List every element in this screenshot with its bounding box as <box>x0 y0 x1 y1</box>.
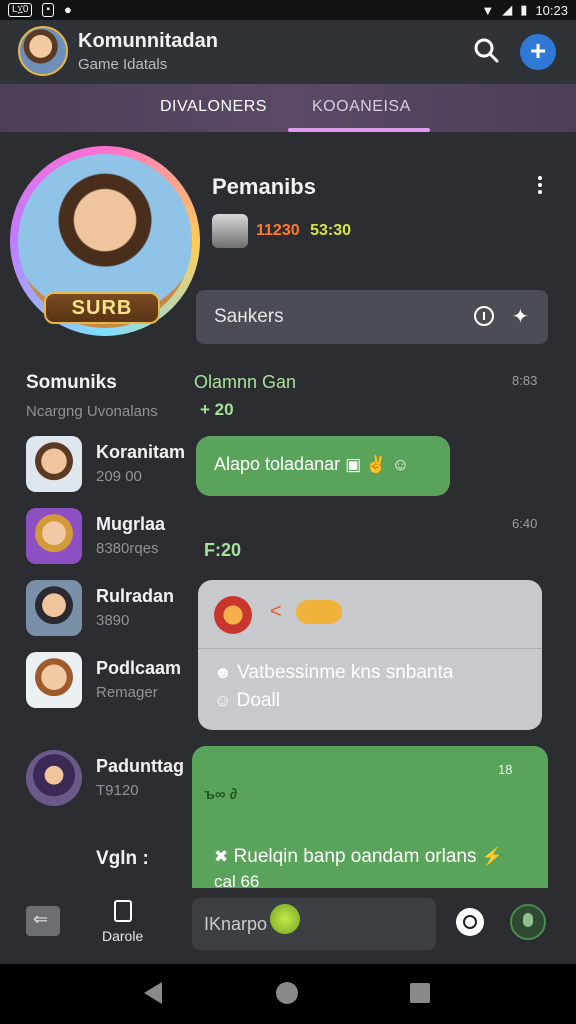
back-icon[interactable] <box>26 906 60 936</box>
contact-item[interactable]: Rulradan 3890 <box>26 580 196 640</box>
media-icon: ● <box>64 2 72 17</box>
emoji-icon <box>295 600 342 624</box>
contact-item[interactable]: Koranitam 209 00 <box>26 436 196 496</box>
message-text: ✖ Ruelqin banp oandam orlans ⚡ <box>214 846 503 867</box>
contact-sub: Remager <box>96 684 158 701</box>
emoji-icon: ⚡ <box>481 847 503 866</box>
game-badge-icon <box>214 596 252 634</box>
emoji-icon: ☻ <box>214 663 232 682</box>
avatar <box>26 750 82 806</box>
tab-divaloners[interactable]: DIVALONERS <box>160 98 267 116</box>
contact-sub: 8380rqes <box>96 540 159 557</box>
sim-icon: L፲0 <box>8 2 33 17</box>
avatar <box>26 436 82 492</box>
section-title: Somuniks <box>26 372 117 393</box>
message-text: ☺ Doall <box>214 690 280 711</box>
channel-subtitle: + 20 <box>200 400 234 419</box>
contact-name: Padunttag <box>96 756 184 776</box>
message-input-box[interactable] <box>192 898 436 950</box>
contact-name: Mugrlaa <box>96 514 166 534</box>
plus-icon: + <box>529 35 547 66</box>
search-field-label: Saнkers <box>214 306 284 327</box>
contact-item[interactable]: Podlcaam Remager <box>26 652 196 712</box>
emoji-icon: ✖ <box>214 847 229 866</box>
message-text: ☻ Vatbessinme kns snbanta <box>214 662 454 683</box>
contact-sub: 209 00 <box>96 468 142 485</box>
contact-name: Rulradan <box>96 586 175 606</box>
more-options-icon[interactable] <box>536 174 544 198</box>
back-button[interactable] <box>144 982 162 1004</box>
avatar[interactable] <box>18 26 68 76</box>
home-button[interactable] <box>276 982 298 1004</box>
notification-icon: ▪ <box>42 2 54 17</box>
record-icon[interactable] <box>456 908 484 936</box>
contact-sub: T9120 <box>96 782 139 799</box>
document-icon[interactable] <box>114 900 132 922</box>
contact-item[interactable]: Padunttag T9120 <box>26 750 196 810</box>
vgin-label: Vgln : <box>96 848 149 869</box>
profile-score: 11230 53:30 <box>256 222 351 240</box>
recents-button[interactable] <box>410 983 430 1003</box>
message-text: Alapo toladanar ▣ ✌ ☺ <box>214 454 410 474</box>
channel-title: Olamnn Gan <box>194 372 297 392</box>
message-bubble[interactable]: Alapo toladanar ▣ ✌ ☺ <box>196 436 450 496</box>
message-meta: ъ∞ ∂ <box>204 786 238 803</box>
timestamp: 6:40 <box>512 516 538 531</box>
wifi-icon: ▼ <box>481 2 495 18</box>
tab-kooaneisa[interactable]: KOOANEISA <box>312 98 411 116</box>
clock: 10:23 <box>535 2 568 18</box>
mini-avatar <box>212 214 248 248</box>
message-count: F:20 <box>204 540 242 560</box>
score-secondary: 53:30 <box>310 222 351 239</box>
document-label: Darole <box>102 928 144 944</box>
message-bubble[interactable]: < ☻ Vatbessinme kns snbanta ☺ Doall <box>198 580 542 730</box>
message-bubble[interactable]: 18 ъ∞ ∂ ✖ Ruelqin banp oandam orlans ⚡ c… <box>192 746 548 906</box>
search-icon <box>474 38 499 63</box>
contact-name: Podlcaam <box>96 658 182 678</box>
emoji-icon: ☺ <box>214 691 232 710</box>
status-bar: L፲0 ▪ ● ▼ ◢ ▮ 10:23 <box>0 0 576 20</box>
search-field[interactable]: Saнkers ✦ <box>196 290 548 344</box>
mic-icon[interactable] <box>510 904 546 940</box>
timestamp: 8:83 <box>512 373 538 388</box>
emoji-icon: ▣ ✌ ☺ <box>345 455 410 474</box>
score-primary: 11230 <box>256 222 300 239</box>
timestamp: 18 <box>498 762 513 777</box>
search-button[interactable] <box>470 34 504 68</box>
system-nav-bar <box>0 964 576 1024</box>
contact-name: Koranitam <box>96 442 186 462</box>
signal-icon: ◢ <box>502 2 513 17</box>
reaction-row: < <box>270 600 342 624</box>
rank-badge: SURB <box>44 292 160 324</box>
add-button[interactable]: + <box>520 34 556 70</box>
tab-active-indicator <box>288 128 430 132</box>
battery-icon: ▮ <box>520 2 528 17</box>
avatar <box>26 580 82 636</box>
info-icon[interactable] <box>474 306 494 326</box>
tab-bar: DIVALONERS KOOANEISA <box>0 84 576 132</box>
contact-sub: 3890 <box>96 612 130 629</box>
section-subtitle: Ncargng Uvonalans <box>26 403 158 420</box>
page-subtitle: Game Idatals <box>78 56 168 73</box>
avatar <box>26 652 82 708</box>
send-button[interactable] <box>270 904 300 934</box>
avatar <box>26 508 82 564</box>
app-header: Komunnitadan Game Idatals + <box>0 20 576 84</box>
divider <box>198 648 542 649</box>
contact-item[interactable]: Mugrlaa 8380rqes <box>26 508 196 568</box>
bird-icon[interactable]: ✦ <box>512 304 529 329</box>
profile-name: Pemanibs <box>212 174 316 199</box>
page-title: Komunnitadan <box>78 30 218 52</box>
